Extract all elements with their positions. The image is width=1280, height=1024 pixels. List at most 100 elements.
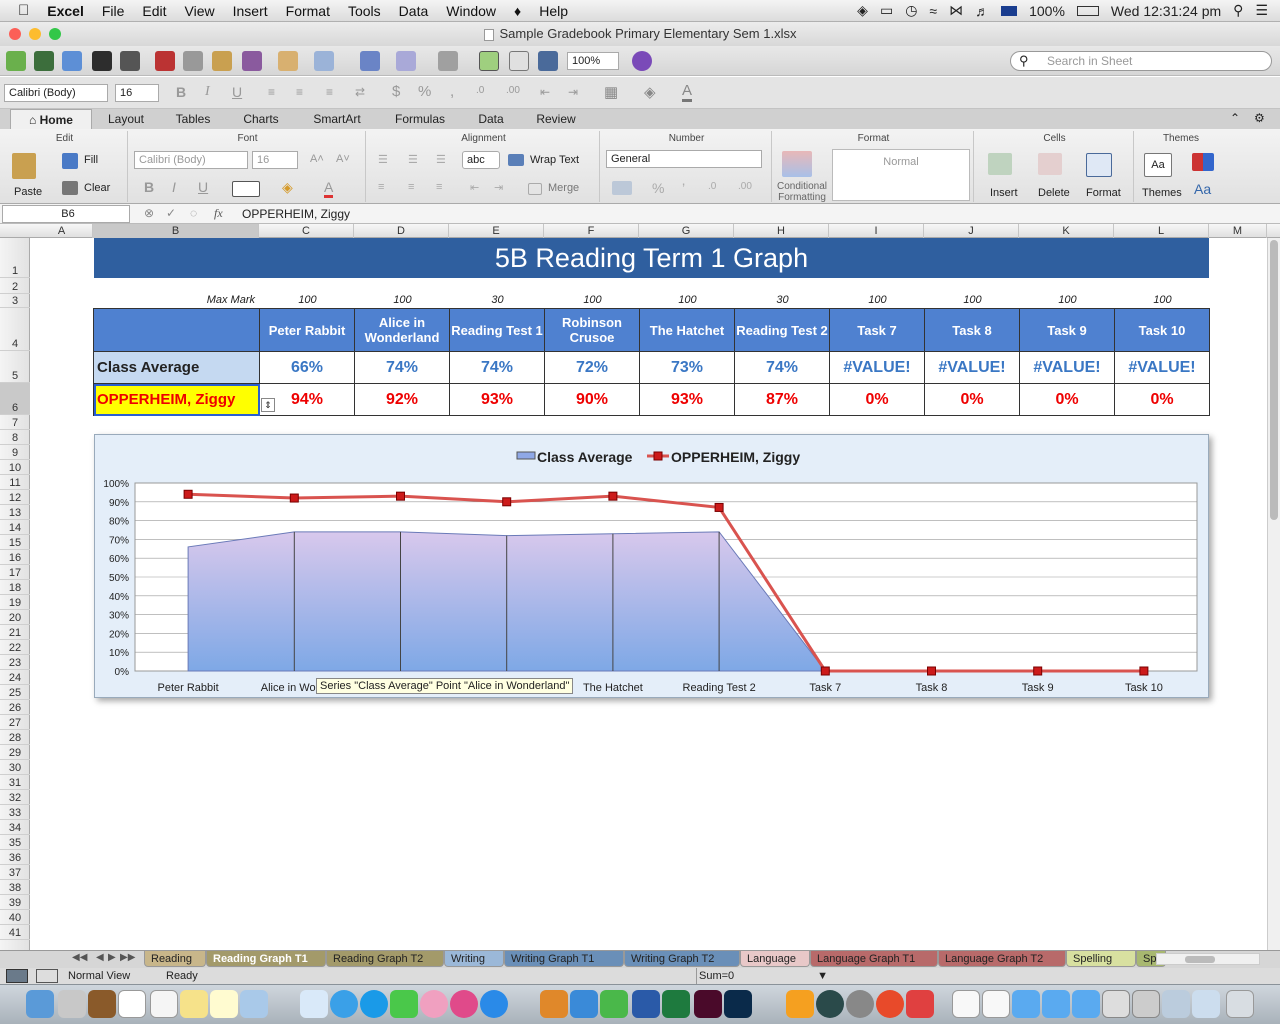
sheet-tab[interactable]: Language Graph T1 (810, 951, 938, 967)
class-average-cell[interactable]: 73% (639, 351, 735, 384)
decrease-indent-icon[interactable]: ⇤ (540, 85, 550, 99)
menu-edit[interactable]: Edit (142, 3, 166, 19)
increase-indent-icon[interactable]: ⇥ (568, 85, 578, 99)
max-mark-cell[interactable]: 100 (830, 294, 925, 306)
column-header-j[interactable]: J (924, 224, 1019, 238)
formatting-label[interactable]: Formatting (774, 192, 830, 203)
header-cell[interactable]: Task 10 (1114, 308, 1210, 352)
notification-icon[interactable]: ☰ (1255, 2, 1268, 19)
filter-icon[interactable] (438, 51, 458, 71)
folder-3-icon[interactable] (1072, 990, 1100, 1018)
screenshot-4-icon[interactable] (1192, 990, 1220, 1018)
sheet-tab[interactable]: Writing Graph T1 (504, 951, 624, 967)
vertical-scroll-thumb[interactable] (1270, 240, 1278, 520)
tab-data[interactable]: Data (466, 109, 516, 129)
row-header-27[interactable]: 27 (0, 715, 30, 730)
tab-last-icon[interactable]: ▶▶ (120, 952, 135, 963)
align-right-icon[interactable]: ≡ (326, 85, 333, 99)
ribbon-percent-icon[interactable]: % (652, 180, 664, 196)
column-header-k[interactable]: K (1019, 224, 1114, 238)
excel-icon[interactable] (662, 990, 690, 1018)
align-left-icon[interactable]: ≡ (268, 85, 275, 99)
class-average-cell[interactable]: #VALUE! (1019, 351, 1115, 384)
menu-insert[interactable]: Insert (233, 3, 268, 19)
sheet-tab[interactable]: Reading Graph T2 (326, 951, 444, 967)
row-header-39[interactable]: 39 (0, 895, 30, 910)
undo-icon[interactable] (278, 51, 298, 71)
itunes-icon[interactable] (450, 990, 478, 1018)
notes-icon[interactable] (210, 990, 238, 1018)
skype-icon[interactable] (360, 990, 388, 1018)
student-score-cell[interactable]: 0% (829, 383, 925, 416)
tab-prev-icon[interactable]: ◀ (96, 952, 104, 963)
dropdown-stepper-icon[interactable]: ⇕ (261, 398, 275, 412)
ribbon-font-select[interactable]: Calibri (Body) (134, 151, 248, 169)
sheet-tab[interactable]: Spelling (1066, 951, 1136, 967)
row-header-29[interactable]: 29 (0, 745, 30, 760)
class-average-cell[interactable]: #VALUE! (829, 351, 925, 384)
percent-icon[interactable]: % (418, 83, 431, 100)
sheet-tab[interactable]: Writing Graph T2 (624, 951, 740, 967)
merge-icon[interactable]: ⇄ (355, 85, 365, 99)
sheet-tab[interactable]: Writing (444, 951, 504, 967)
spotlight-icon[interactable]: ⚲ (1233, 2, 1243, 19)
grow-font-icon[interactable]: A˄ (310, 153, 324, 165)
normal-style[interactable]: Normal (833, 156, 969, 168)
student-score-cell[interactable]: 92% (354, 383, 450, 416)
sheet-tab[interactable]: Language Graph T2 (938, 951, 1066, 967)
row-header-15[interactable]: 15 (0, 535, 30, 550)
text-center-icon[interactable]: ≡ (408, 181, 414, 193)
row-header-41[interactable]: 41 (0, 925, 30, 940)
max-mark-cell[interactable]: 100 (545, 294, 640, 306)
ribbon-comma-icon[interactable]: ’ (682, 180, 685, 196)
page-layout-icon[interactable] (36, 969, 58, 983)
notes-book-icon[interactable] (88, 990, 116, 1018)
worksheet[interactable]: 5B Reading Term 1 Graph Max Mark 100 100 3… (31, 238, 1267, 950)
menu-data[interactable]: Data (399, 3, 429, 19)
theme-fonts-icon[interactable]: Aa (1194, 181, 1211, 197)
script-icon[interactable]: ♦ (514, 3, 521, 19)
bluetooth-icon[interactable]: ⋈ (949, 2, 963, 19)
header-cell[interactable]: Task 8 (924, 308, 1020, 352)
folder-icon[interactable] (1012, 990, 1040, 1018)
new-icon[interactable] (6, 51, 26, 71)
keynote-icon[interactable] (570, 990, 598, 1018)
class-average-label[interactable]: Class Average (93, 351, 260, 384)
minimize-icon[interactable] (29, 28, 41, 40)
insert-label[interactable]: Insert (990, 187, 1018, 199)
row-header-38[interactable]: 38 (0, 880, 30, 895)
document-file-2-icon[interactable] (982, 990, 1010, 1018)
header-cell[interactable]: Task 9 (1019, 308, 1115, 352)
row-header-18[interactable]: 18 (0, 580, 30, 595)
wrap-text-icon[interactable] (508, 154, 524, 166)
screenshot-2-icon[interactable] (1132, 990, 1160, 1018)
normal-view-icon[interactable] (6, 969, 28, 983)
shrink-font-icon[interactable]: A˅ (336, 153, 350, 165)
reminders-icon[interactable] (150, 990, 178, 1018)
menu-view[interactable]: View (185, 3, 215, 19)
underline-icon[interactable]: U (232, 84, 242, 100)
row-header-10[interactable]: 10 (0, 460, 30, 475)
tab-home[interactable]: ⌂ Home (10, 109, 92, 129)
class-average-cell[interactable]: #VALUE! (924, 351, 1020, 384)
insert-function-icon[interactable]: fx (214, 206, 223, 221)
increase-decimal-icon[interactable]: .0 (476, 85, 484, 96)
tab-first-icon[interactable]: ◀◀ (72, 952, 87, 963)
max-mark-cell[interactable]: 100 (925, 294, 1020, 306)
row-header-22[interactable]: 22 (0, 640, 30, 655)
horizontal-scrollbar[interactable] (1156, 953, 1260, 965)
format-label[interactable]: Format (1086, 187, 1121, 199)
fill-label[interactable]: Fill (84, 154, 98, 166)
eraser-icon[interactable] (62, 181, 78, 195)
max-mark-cell[interactable]: 30 (450, 294, 545, 306)
max-mark-cell[interactable]: 30 (735, 294, 830, 306)
row-header-28[interactable]: 28 (0, 730, 30, 745)
close-icon[interactable] (9, 28, 21, 40)
finder-icon[interactable] (26, 990, 54, 1018)
row-header-25[interactable]: 25 (0, 685, 30, 700)
header-cell[interactable]: The Hatchet (639, 308, 735, 352)
max-mark-cell[interactable]: 100 (1020, 294, 1115, 306)
screenshot-icon[interactable] (1102, 990, 1130, 1018)
menu-file[interactable]: File (102, 3, 125, 19)
row-header-35[interactable]: 35 (0, 835, 30, 850)
